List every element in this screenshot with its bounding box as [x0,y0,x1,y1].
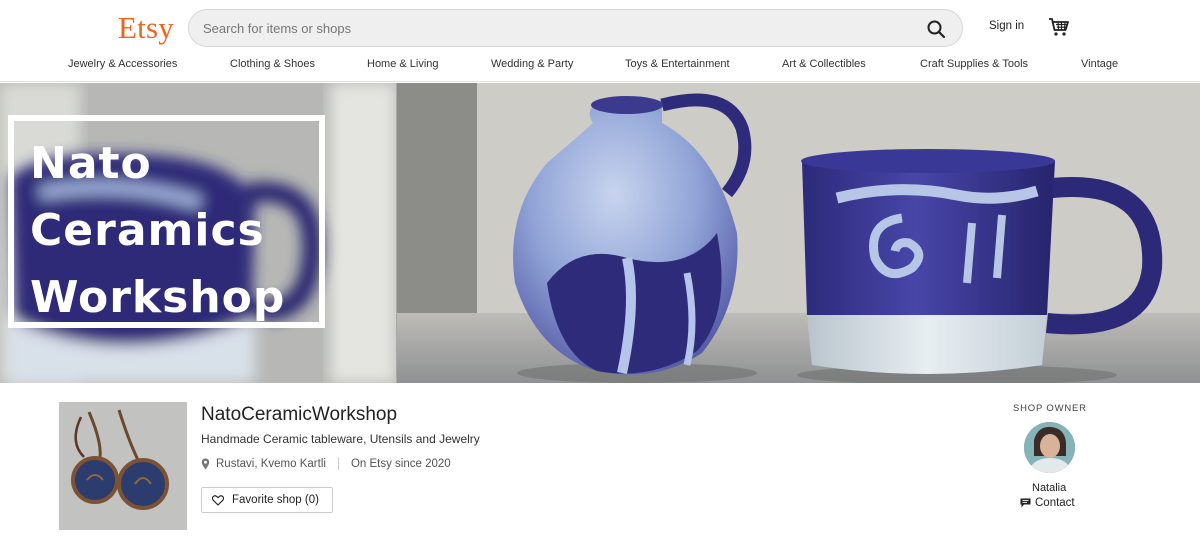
shop-location: Rustavi, Kvemo Kartli [216,457,326,470]
favorite-shop-label: Favorite shop (0) [232,494,319,506]
favorite-shop-button[interactable]: Favorite shop (0) [201,487,333,513]
etsy-logo[interactable]: Etsy [118,10,174,46]
shop-since: On Etsy since 2020 [350,457,451,470]
shop-banner: Nato Ceramics Workshop [0,83,1200,383]
contact-link[interactable]: Contact [1020,497,1075,509]
shop-avatar[interactable] [59,402,187,530]
search-icon[interactable] [926,19,946,39]
pin-icon [201,458,210,469]
category-jewelry-accessories[interactable]: Jewelry & Accessories [68,58,177,70]
message-icon [1020,498,1031,508]
owner-name: Natalia [1032,482,1067,494]
category-toys-entertainment[interactable]: Toys & Entertainment [625,58,730,70]
cart-icon[interactable] [1048,16,1070,38]
category-art-collectibles[interactable]: Art & Collectibles [782,58,866,70]
banner-left-photo: Nato Ceramics Workshop [0,83,396,383]
category-nav: Jewelry & Accessories Clothing & Shoes H… [0,58,1200,78]
category-craft-supplies-tools[interactable]: Craft Supplies & Tools [920,58,1028,70]
jug-and-mug-image [397,83,1200,383]
banner-title-line-1: Nato [30,138,152,189]
site-header: Etsy Sign in Jewelry & Accessories Cloth… [0,0,1200,82]
heart-icon [212,494,224,506]
search-bar[interactable] [188,9,963,47]
meta-divider [337,457,339,470]
banner-title-line-3: Workshop [30,272,286,323]
owner-photo [1024,422,1075,473]
shop-name: NatoCeramicWorkshop [201,404,398,425]
category-home-living[interactable]: Home & Living [367,58,439,70]
banner-title-line-2: Ceramics [30,205,265,256]
search-input[interactable] [203,10,903,46]
sign-in-link[interactable]: Sign in [989,20,1024,32]
contact-label: Contact [1035,497,1075,509]
category-vintage[interactable]: Vintage [1081,58,1118,70]
shop-tagline: Handmade Ceramic tableware, Utensils and… [201,432,480,446]
banner-right-photo [397,83,1200,383]
category-wedding-party[interactable]: Wedding & Party [491,58,573,70]
category-clothing-shoes[interactable]: Clothing & Shoes [230,58,315,70]
owner-avatar[interactable] [1024,422,1075,473]
shop-owner-label: SHOP OWNER [1013,403,1087,414]
shop-meta: Rustavi, Kvemo Kartli On Etsy since 2020 [201,457,451,470]
earrings-image [59,402,187,530]
